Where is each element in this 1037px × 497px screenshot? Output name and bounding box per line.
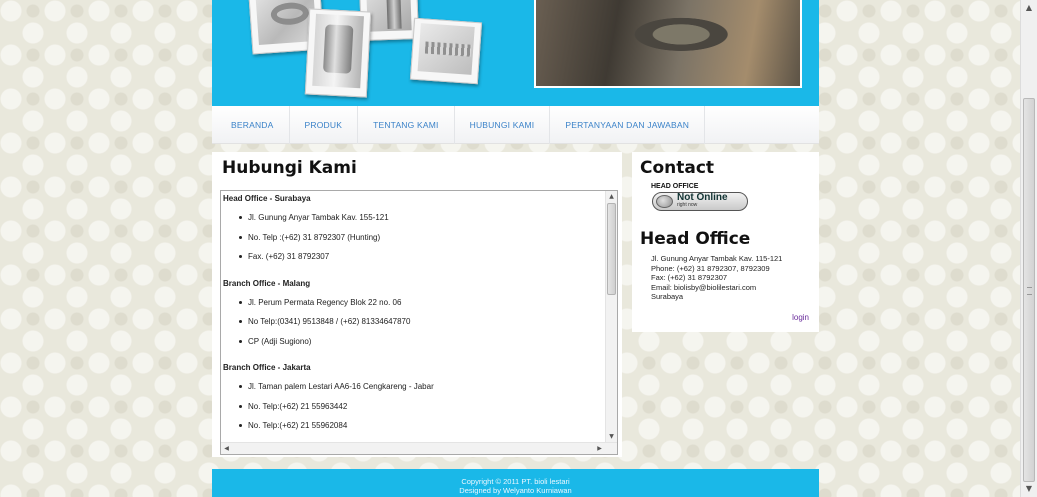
scroll-down-arrow-icon[interactable]: ▼ xyxy=(1021,481,1037,497)
online-status-button[interactable]: Not Online right now xyxy=(652,192,748,211)
header-banner xyxy=(212,0,819,106)
contact-details-scrollbox[interactable]: Head Office - Surabaya Jl. Gunung Anyar … xyxy=(220,190,618,455)
nav-item-produk[interactable]: PRODUK xyxy=(290,105,359,144)
address-fax: Fax: (+62) 31 8792307 xyxy=(651,273,728,282)
address-phone: Phone: (+62) 31 8792307, 8792309 xyxy=(651,263,770,273)
section-list-malang: Jl. Perum Permata Regency Blok 22 no. 06… xyxy=(221,290,605,361)
list-item: Jl. Taman palem Lestari AA6-16 Cengkaren… xyxy=(239,382,605,402)
scrollbox-content: Head Office - Surabaya Jl. Gunung Anyar … xyxy=(221,191,605,442)
content-area: Hubungi Kami Head Office - Surabaya Jl. … xyxy=(212,152,819,464)
chat-status-icon xyxy=(656,195,673,208)
list-item: No. Telp:(+62) 21 55962084 xyxy=(239,421,605,441)
scroll-up-arrow-icon[interactable]: ▲ xyxy=(606,191,617,202)
list-item: No. Telp:(+62) 21 55963442 xyxy=(239,402,605,422)
head-office-label: HEAD OFFICE xyxy=(651,183,699,190)
scrollbox-vertical-scrollbar[interactable]: ▲ ▼ xyxy=(605,191,617,442)
main-navigation: BERANDA PRODUK TENTANG KAMI HUBUNGI KAMI… xyxy=(212,105,819,144)
list-item: No Telp:(0341) 9513848 / (+62) 813346478… xyxy=(239,317,605,337)
list-item: Jl. Perum Permata Regency Blok 22 no. 06 xyxy=(239,298,605,318)
address-line: Jl. Gunung Anyar Tambak Kav. 115-121 xyxy=(651,254,783,263)
contact-heading: Contact xyxy=(640,158,715,178)
scroll-up-arrow-icon[interactable]: ▲ xyxy=(1021,0,1037,16)
section-list-surabaya: Jl. Gunung Anyar Tambak Kav. 155-121 No.… xyxy=(221,205,605,276)
nav-item-pertanyaan-dan-jawaban[interactable]: PERTANYAAN DAN JAWABAN xyxy=(550,105,706,144)
page-title: Hubungi Kami xyxy=(222,158,357,178)
status-sub-text: right now xyxy=(677,202,698,208)
page-scrollbar-thumb[interactable] xyxy=(1023,98,1035,482)
product-photo-screws xyxy=(409,17,483,85)
product-photo-sleeve xyxy=(304,8,372,98)
scroll-right-arrow-icon[interactable]: ▶ xyxy=(594,443,605,454)
head-office-heading: Head Office xyxy=(640,229,751,249)
machine-photo xyxy=(534,0,802,88)
scrollbox-scroll-thumb[interactable] xyxy=(607,203,616,295)
list-item: Fax. (+62) 31 8792307 xyxy=(239,252,605,272)
nav-item-tentang-kami[interactable]: TENTANG KAMI xyxy=(358,105,455,144)
section-title-surabaya: Head Office - Surabaya xyxy=(223,194,311,203)
address-city: Surabaya xyxy=(651,292,684,301)
footer-designer: Designed by Welyanto Kurniawan xyxy=(459,485,572,495)
scrollbox-horizontal-scrollbar[interactable]: ◀ ▶ xyxy=(221,442,617,454)
login-link[interactable]: login xyxy=(792,313,809,322)
contact-sidebar: Contact HEAD OFFICE Not Online right now… xyxy=(632,152,819,332)
list-item: No. Telp :(+62) 31 8792307 (Hunting) xyxy=(239,233,605,253)
footer: Copyright © 2011 PT. bioli lestari Desig… xyxy=(212,469,819,497)
status-main-text: Not Online xyxy=(677,192,728,203)
nav-item-hubungi-kami[interactable]: HUBUNGI KAMI xyxy=(455,105,551,144)
address-email: Email: biolisby@biolilestari.com xyxy=(651,282,757,292)
section-title-jakarta: Branch Office - Jakarta xyxy=(223,363,311,372)
page-wrapper: BERANDA PRODUK TENTANG KAMI HUBUNGI KAMI… xyxy=(212,0,819,464)
page-scrollbar[interactable]: ▲ ▼ xyxy=(1020,0,1037,497)
nav-item-beranda[interactable]: BERANDA xyxy=(216,105,290,144)
head-office-address: Jl. Gunung Anyar Tambak Kav. 115-121 Pho… xyxy=(651,254,782,302)
list-item: Jl. Gunung Anyar Tambak Kav. 155-121 xyxy=(239,213,605,233)
scroll-left-arrow-icon[interactable]: ◀ xyxy=(221,443,232,454)
scroll-down-arrow-icon[interactable]: ▼ xyxy=(606,431,617,442)
main-panel: Hubungi Kami Head Office - Surabaya Jl. … xyxy=(212,152,622,457)
section-list-jakarta: Jl. Taman palem Lestari AA6-16 Cengkaren… xyxy=(221,374,605,442)
list-item: CP (Adji Sugiono) xyxy=(239,337,605,357)
section-title-malang: Branch Office - Malang xyxy=(223,278,311,288)
